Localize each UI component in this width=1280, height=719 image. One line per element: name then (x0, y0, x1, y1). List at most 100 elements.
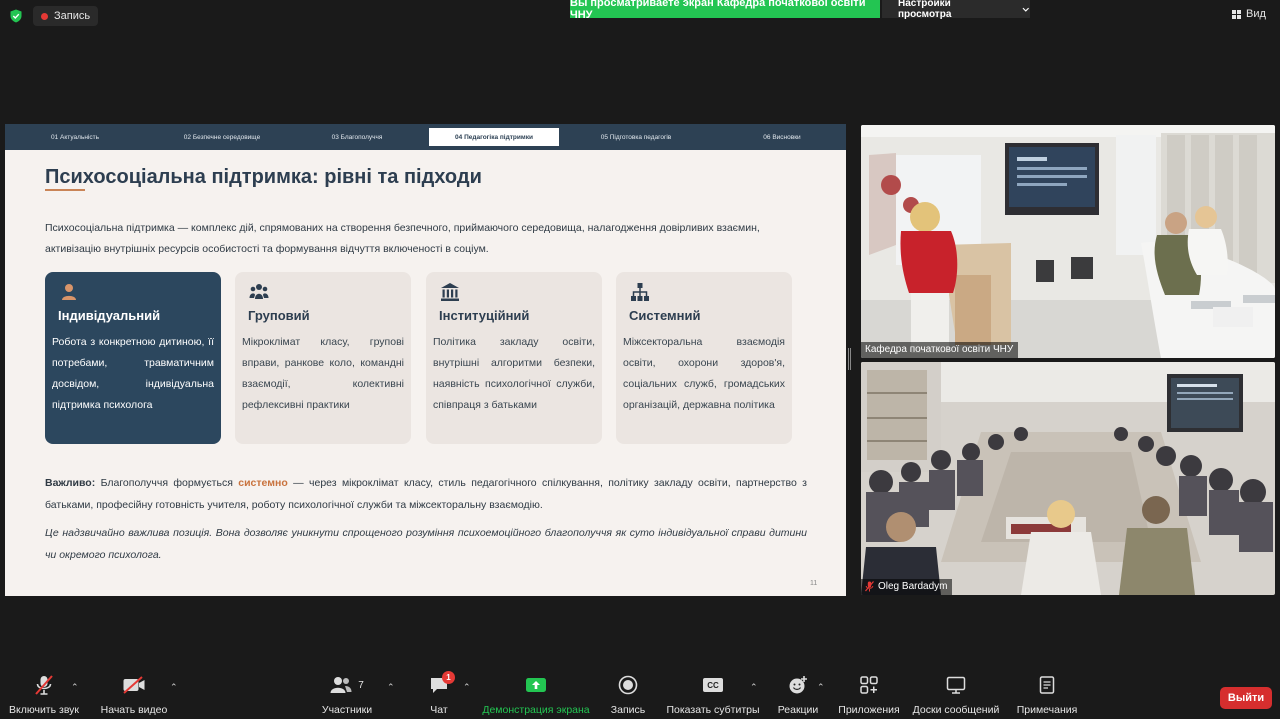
slide-title: Психосоціальна підтримка: рівні та підхо… (45, 166, 482, 188)
card-text: Політика закладу освіти, внутрішні алгор… (433, 336, 595, 411)
slide-page-number: 11 (810, 580, 818, 587)
security-shield-icon[interactable] (9, 9, 23, 23)
card-text: Мікроклімат класу, групові вправи, ранко… (242, 336, 404, 411)
slide-tab[interactable]: 02 Безпечне середовище (167, 128, 277, 146)
captions-label: Показать субтитры (666, 704, 760, 716)
participant-name-label: Oleg Bardadym (861, 579, 953, 595)
notes-button[interactable]: Примечания (1014, 672, 1080, 719)
muted-microphone-icon (865, 581, 874, 592)
video-off-icon (123, 676, 145, 694)
chat-label: Чат (430, 704, 448, 716)
leave-meeting-button[interactable]: Выйти (1220, 687, 1272, 709)
participants-icon-wrap: 7 (330, 672, 364, 698)
reactions-label: Реакции (777, 704, 819, 716)
closed-captions-icon: CC (703, 678, 723, 692)
share-screen-button[interactable]: Демонстрация экрана (482, 672, 590, 719)
reactions-options-caret-icon[interactable]: ⌃ (817, 682, 825, 693)
participants-options-caret-icon[interactable]: ⌃ (387, 682, 395, 693)
whiteboards-label: Доски сообщений (912, 704, 1000, 716)
card-title: Інституційний (439, 308, 530, 323)
reactions-button[interactable]: Реакции (776, 672, 820, 719)
card-systemic: Системний Міжсекторальна взаємодія освіт… (616, 272, 792, 444)
share-screen-icon (526, 678, 546, 692)
captions-button[interactable]: CC Показать субтитры (666, 672, 760, 719)
unmute-button[interactable]: Включить звук (6, 672, 82, 719)
title-underline (45, 189, 85, 191)
hierarchy-icon (631, 283, 649, 301)
video-feed-classroom (861, 125, 1275, 358)
participant-name-label: Кафедра початкової освіти ЧНУ (861, 342, 1019, 358)
zoom-meeting-window: Запись Вы просматриваете экран Кафедра п… (0, 0, 1280, 719)
card-title: Системний (629, 308, 701, 323)
participants-icon (330, 677, 352, 693)
video-tile-speaker[interactable]: Кафедра початкової освіти ЧНУ (861, 125, 1275, 358)
unmute-label: Включить звук (8, 704, 80, 716)
chat-unread-badge: 1 (442, 671, 455, 684)
share-icon-wrap (525, 672, 547, 698)
chat-icon-wrap: 1 (429, 671, 455, 698)
video-icon-wrap (122, 672, 146, 698)
split-resize-handle[interactable] (848, 348, 852, 370)
top-bar: Запись Вы просматриваете экран Кафедра п… (0, 0, 1280, 32)
apps-icon (860, 676, 878, 694)
audio-icon-wrap (34, 672, 54, 698)
card-group: Груповий Мікроклімат класу, групові впра… (235, 272, 411, 444)
view-label: Вид (1246, 8, 1266, 20)
record-icon (618, 675, 638, 695)
slide-intro-text: Психосоціальна підтримка — комплекс дій,… (45, 222, 760, 255)
apps-button[interactable]: Приложения (836, 672, 902, 719)
participants-label: Участники (321, 704, 373, 716)
recording-label: Запись (54, 10, 91, 22)
meeting-toolbar: Включить звук ⌃ Начать видео ⌃ 7 Участни… (0, 671, 1280, 719)
apps-icon-wrap (860, 672, 878, 698)
notes-icon (1039, 676, 1055, 694)
card-institutional: Інституційний Політика закладу освіти, в… (426, 272, 602, 444)
recording-dot-icon (41, 12, 48, 20)
captions-icon-wrap: CC (703, 672, 723, 698)
view-settings-label: Настройки просмотра (898, 0, 952, 20)
reactions-icon-wrap (788, 672, 808, 698)
chat-options-caret-icon[interactable]: ⌃ (463, 682, 471, 693)
shared-screen-slide: 01 Актуальність 02 Безпечне середовище 0… (5, 124, 846, 596)
notes-label: Примечания (1016, 704, 1078, 716)
record-button[interactable]: Запись (608, 672, 648, 719)
whiteboard-icon (946, 676, 966, 694)
slide-tab[interactable]: 01 Актуальність (27, 128, 123, 146)
whiteboard-icon-wrap (946, 672, 966, 698)
slide-tab-active[interactable]: 04 Педагогіка підтримки (429, 128, 559, 146)
audio-options-caret-icon[interactable]: ⌃ (71, 682, 79, 693)
share-screen-label: Демонстрация экрана (482, 704, 590, 716)
view-settings-dropdown[interactable]: Настройки просмотра (882, 0, 1030, 20)
grid-view-icon (1232, 9, 1241, 19)
group-icon (249, 284, 269, 299)
whiteboards-button[interactable]: Доски сообщений (912, 672, 1000, 719)
video-options-caret-icon[interactable]: ⌃ (170, 682, 178, 693)
important-highlight: системно (238, 477, 288, 489)
slide-tab[interactable]: 03 Благополуччя (317, 128, 397, 146)
record-icon-wrap (618, 672, 638, 698)
important-text-pre: Благополуччя формується (95, 477, 239, 489)
participant-name: Oleg Bardadym (878, 581, 948, 592)
card-title: Груповий (248, 308, 310, 323)
italic-note: Це надзвичайно важлива позиція. Вона доз… (45, 527, 807, 561)
slide-tab[interactable]: 05 Підготовка педагогів (591, 128, 681, 146)
view-button[interactable]: Вид (1232, 8, 1266, 20)
video-tile-participant[interactable]: Oleg Bardadym (861, 362, 1275, 595)
video-feed-conference-hall (861, 362, 1275, 595)
slide-tab[interactable]: 06 Висновки (749, 128, 815, 146)
recording-indicator[interactable]: Запись (33, 6, 99, 26)
institution-icon (441, 283, 459, 301)
captions-options-caret-icon[interactable]: ⌃ (750, 682, 758, 693)
start-video-button[interactable]: Начать видео (100, 672, 168, 719)
smiley-plus-icon (789, 676, 807, 694)
card-text: Робота з конкретною дитиною, її потребам… (52, 336, 214, 411)
participant-name: Кафедра початкової освіти ЧНУ (865, 344, 1014, 355)
muted-microphone-icon (35, 675, 53, 695)
chat-button[interactable]: 1 Чат (424, 671, 455, 719)
important-label: Важливо: (45, 477, 96, 489)
participants-button[interactable]: 7 Участники (320, 672, 374, 719)
notes-icon-wrap (1039, 672, 1055, 698)
apps-label: Приложения (838, 704, 900, 716)
screen-share-banner: Вы просматриваете экран Кафедра початков… (570, 0, 880, 21)
person-icon (62, 284, 76, 300)
